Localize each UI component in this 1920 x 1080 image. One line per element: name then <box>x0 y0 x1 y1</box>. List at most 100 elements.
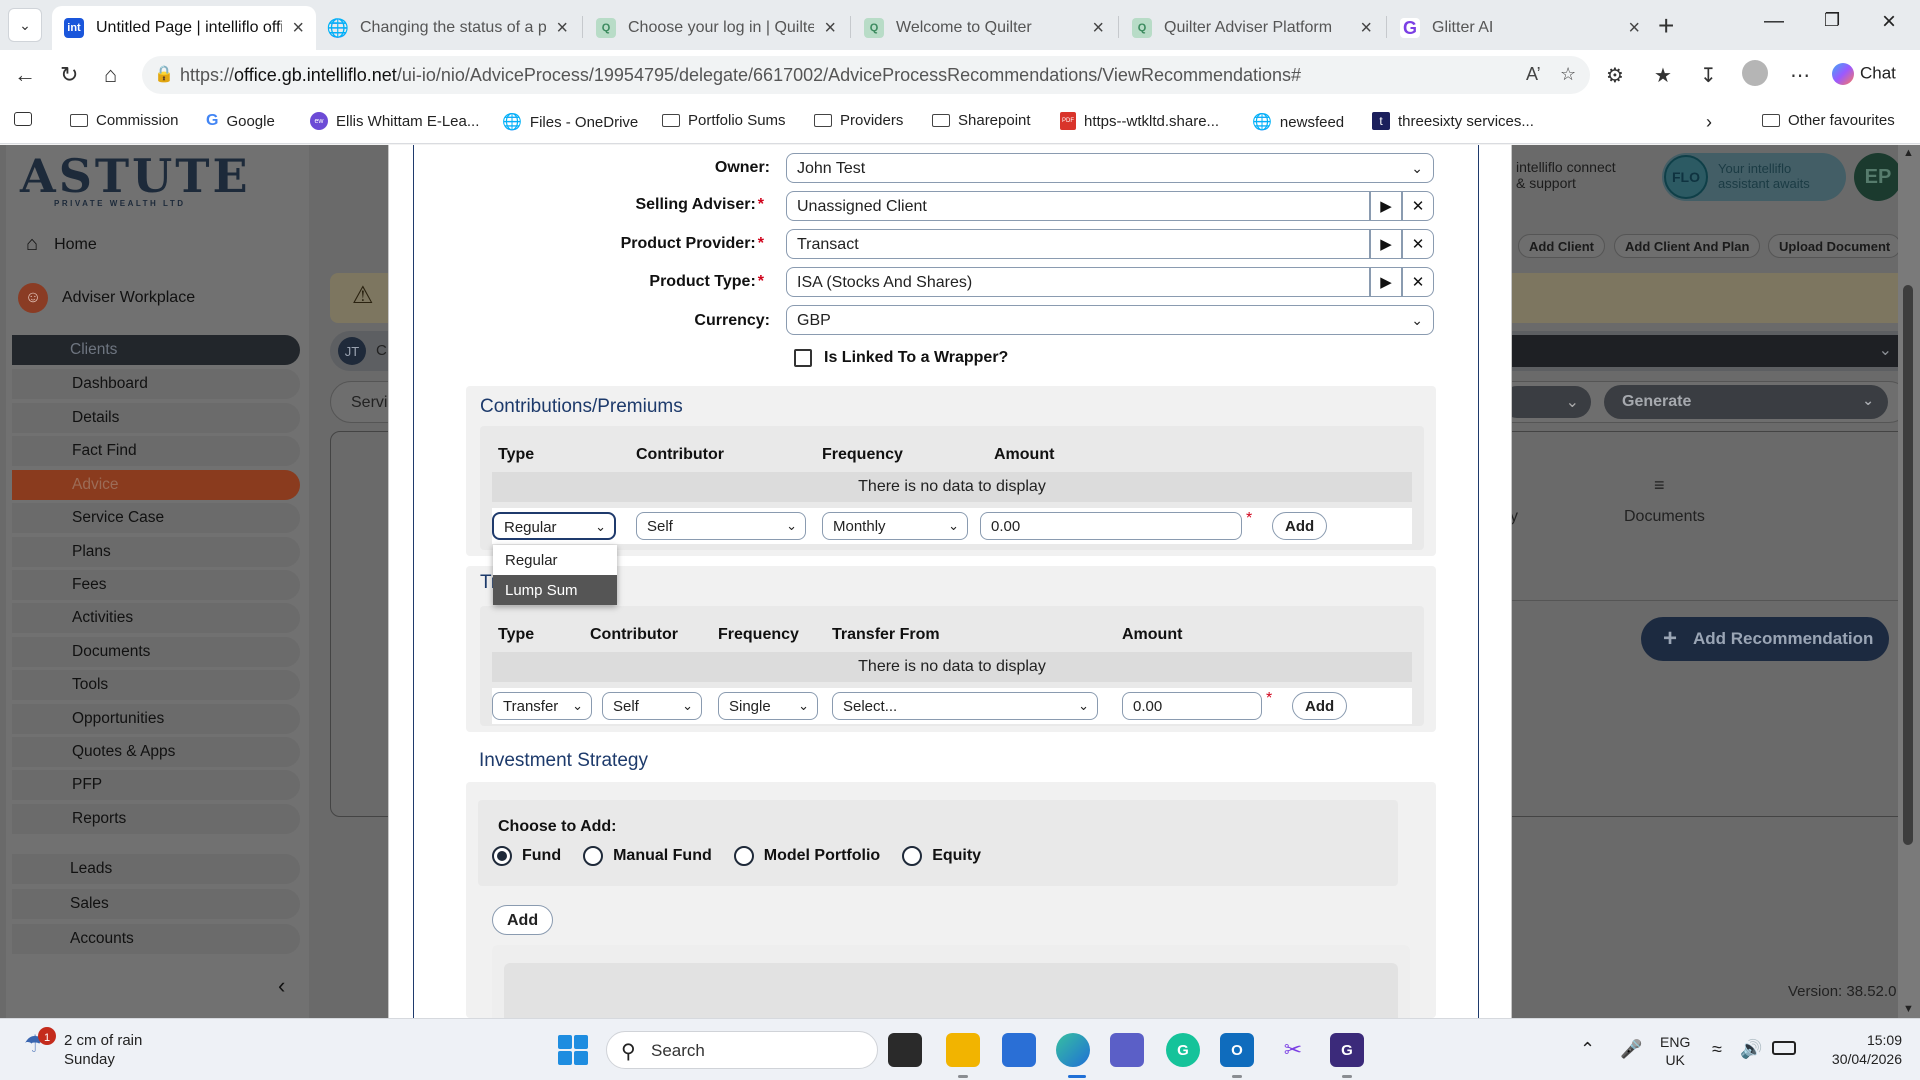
sidebar-item-quotes-apps[interactable]: Quotes & Apps <box>12 737 300 767</box>
selling-adviser-clear-button[interactable]: ✕ <box>1402 191 1434 221</box>
sidebar-item-service-case[interactable]: Service Case <box>12 503 300 533</box>
page-scrollbar[interactable]: ▲ ▼ <box>1898 145 1920 1018</box>
client-avatar[interactable]: JT <box>338 337 366 365</box>
product-provider-clear-button[interactable]: ✕ <box>1402 229 1434 259</box>
add-transfer-button[interactable]: Add <box>1292 692 1348 720</box>
radio-manual-fund[interactable]: Manual Fund <box>583 846 712 866</box>
close-icon[interactable]: × <box>1360 17 1372 40</box>
weather-widget[interactable]: ☂ 1 2 cm of rain Sunday <box>24 1027 142 1069</box>
tab-changing-status[interactable]: 🌐 Changing the status of a plan × <box>316 6 580 50</box>
radio-button[interactable] <box>492 846 512 866</box>
radio-button[interactable] <box>902 846 923 866</box>
sidebar-item-activities[interactable]: Activities <box>12 603 300 633</box>
file-explorer-icon[interactable] <box>946 1033 980 1067</box>
window-close-icon[interactable]: × <box>1882 8 1896 36</box>
sidebar-item-home[interactable]: ⌂ Home <box>26 233 97 256</box>
bookmark-newsfeed[interactable]: 🌐 newsfeed <box>1252 112 1344 132</box>
transfer-type-select[interactable]: Transfer ⌄ <box>492 692 592 720</box>
add-client-button[interactable]: Add Client <box>1518 234 1605 258</box>
wifi-icon[interactable]: ≈ <box>1712 1039 1722 1060</box>
tab-quilter-adviser[interactable]: Q Quilter Adviser Platform × <box>1120 6 1384 50</box>
contribution-frequency-select[interactable]: Monthly ⌄ <box>822 512 968 540</box>
extensions-icon[interactable]: ⚙ <box>1606 63 1624 88</box>
bookmark-google[interactable]: G Google <box>206 112 275 130</box>
battery-icon[interactable] <box>1772 1041 1796 1055</box>
bookmark-portfolio-sums[interactable]: Portfolio Sums <box>662 112 786 129</box>
transfer-from-select[interactable]: Select... ⌄ <box>832 692 1098 720</box>
close-icon[interactable]: × <box>1628 17 1640 40</box>
chevron-right-icon[interactable]: › <box>1706 112 1712 133</box>
close-icon[interactable]: × <box>292 17 304 40</box>
refresh-icon[interactable]: ↻ <box>60 62 78 88</box>
task-view-icon[interactable] <box>888 1033 922 1067</box>
upload-document-button[interactable]: Upload Document <box>1768 234 1902 258</box>
product-provider-lookup-button[interactable]: ▶ <box>1370 229 1402 259</box>
bookmark-wtkltd[interactable]: PDF https--wtkltd.share... <box>1060 112 1219 130</box>
radio-equity[interactable]: Equity <box>902 846 981 866</box>
radio-button[interactable] <box>583 846 604 866</box>
url-input[interactable]: 🔒 https://office.gb.intelliflo.net/ui-io… <box>142 56 1590 94</box>
bookmark-ellis[interactable]: ew Ellis Whittam E-Lea... <box>310 112 479 130</box>
glitter-app-icon[interactable]: G <box>1330 1033 1364 1067</box>
volume-icon[interactable]: 🔊 <box>1740 1039 1762 1060</box>
linked-wrapper-checkbox[interactable] <box>794 349 812 367</box>
close-icon[interactable]: × <box>824 17 836 40</box>
edge-icon[interactable] <box>1056 1033 1090 1067</box>
add-contribution-button[interactable]: Add <box>1272 512 1328 540</box>
contribution-contributor-select[interactable]: Self ⌄ <box>636 512 806 540</box>
product-provider-field[interactable]: Transact <box>786 229 1370 259</box>
sidebar-item-dashboard[interactable]: Dashboard <box>12 369 300 399</box>
profile-avatar[interactable] <box>1742 60 1768 86</box>
selling-adviser-lookup-button[interactable]: ▶ <box>1370 191 1402 221</box>
close-icon[interactable]: × <box>1092 17 1104 40</box>
radio-fund[interactable]: Fund <box>492 846 561 866</box>
chat-button[interactable]: Chat <box>1832 63 1896 85</box>
sidebar-item-fact-find[interactable]: Fact Find <box>12 436 300 466</box>
read-aloud-icon[interactable]: A’ <box>1526 64 1541 85</box>
tab-documents[interactable]: Documents <box>1624 508 1705 526</box>
client-select-dropdown[interactable]: ⌄ <box>1500 335 1904 367</box>
bookmark-sharepoint[interactable]: Sharepoint <box>932 112 1031 129</box>
service-select-dropdown[interactable]: ⌄ <box>1501 386 1591 418</box>
connect-support-link[interactable]: intelliflo connect & support <box>1516 159 1616 191</box>
sidebar-item-reports[interactable]: Reports <box>12 804 300 834</box>
grammarly-icon[interactable]: G <box>1166 1033 1200 1067</box>
currency-select[interactable]: GBP ⌄ <box>786 305 1434 335</box>
back-icon[interactable]: ← <box>14 62 36 88</box>
microphone-icon[interactable]: 🎤 <box>1620 1039 1642 1060</box>
product-type-lookup-button[interactable]: ▶ <box>1370 267 1402 297</box>
sidebar-item-adviser-workplace[interactable]: ☺ Adviser Workplace <box>18 283 195 313</box>
scrollbar-thumb[interactable] <box>1903 285 1913 845</box>
more-menu-icon[interactable]: ⋯ <box>1790 63 1810 88</box>
language-indicator[interactable]: ENG UK <box>1660 1033 1690 1069</box>
sidebar-item-fees[interactable]: Fees <box>12 570 300 600</box>
new-tab-icon[interactable]: + <box>1658 10 1674 42</box>
sidebar-item-details[interactable]: Details <box>12 403 300 433</box>
radio-button[interactable] <box>733 846 754 866</box>
transfer-amount-input[interactable]: 0.00 <box>1122 692 1262 720</box>
bookmark-providers[interactable]: Providers <box>814 112 903 129</box>
outlook-icon[interactable]: O <box>1220 1033 1254 1067</box>
transfer-contributor-select[interactable]: Self ⌄ <box>602 692 702 720</box>
contribution-amount-input[interactable]: 0.00 <box>980 512 1242 540</box>
sidebar-group-sales[interactable]: Sales <box>12 889 300 919</box>
sidebar-item-clients[interactable]: Clients <box>12 335 300 365</box>
contribution-type-select[interactable]: Regular ⌄ <box>492 512 616 540</box>
restore-icon[interactable]: ❐ <box>1824 10 1840 31</box>
sidebar-group-accounts[interactable]: Accounts <box>12 924 300 954</box>
bookmark-threesixty[interactable]: t threesixty services... <box>1372 112 1534 130</box>
sidebar-item-opportunities[interactable]: Opportunities <box>12 704 300 734</box>
sidebar-item-tools[interactable]: Tools <box>12 670 300 700</box>
snipping-tool-icon[interactable]: ✂ <box>1276 1033 1310 1067</box>
sidebar-item-pfp[interactable]: PFP <box>12 770 300 800</box>
dropdown-option-lump-sum[interactable]: Lump Sum <box>493 575 617 605</box>
bookmark-other-favourites[interactable]: Other favourites <box>1762 112 1895 129</box>
selling-adviser-field[interactable]: Unassigned Client <box>786 191 1370 221</box>
bookmark-commission[interactable]: Commission <box>70 112 179 129</box>
tab-glitter-ai[interactable]: G Glitter AI × <box>1388 6 1652 50</box>
sidebar-group-leads[interactable]: Leads <box>12 854 300 884</box>
show-hidden-icons-chevron-icon[interactable]: ⌃ <box>1580 1039 1595 1060</box>
downloads-icon[interactable]: ↧ <box>1700 63 1717 88</box>
start-button[interactable] <box>558 1035 588 1065</box>
reading-view-icon[interactable] <box>14 112 40 126</box>
